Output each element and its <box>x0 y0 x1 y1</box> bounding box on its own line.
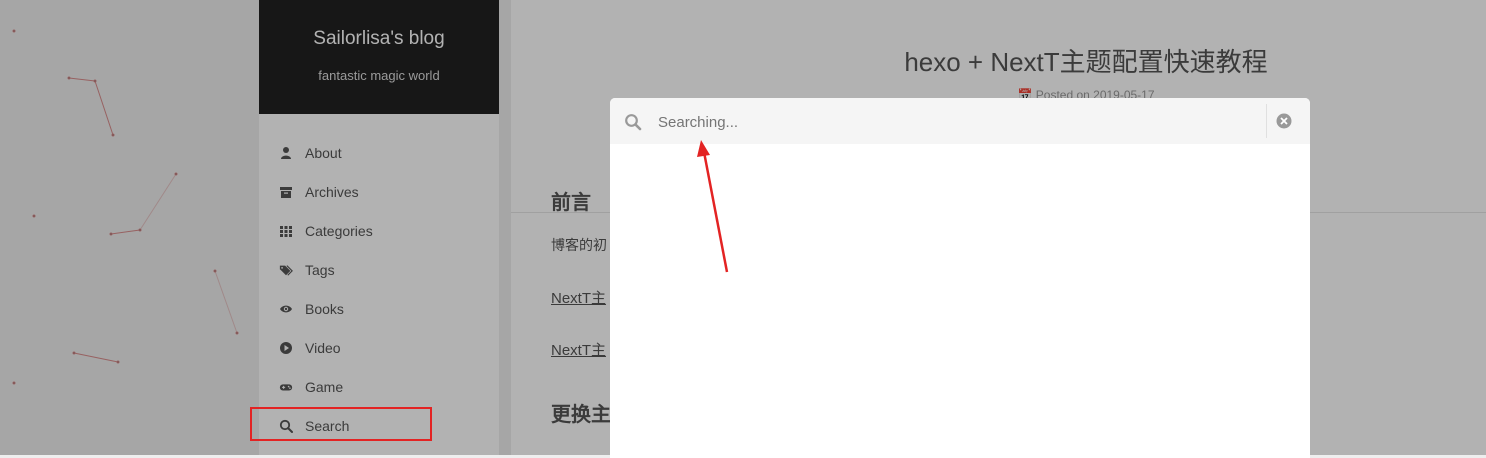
search-icon <box>625 114 642 131</box>
search-separator <box>1266 104 1267 138</box>
search-header <box>610 98 1310 144</box>
annotation-highlight-box <box>250 407 432 441</box>
search-popup <box>610 98 1310 458</box>
search-input[interactable] <box>648 106 1270 138</box>
close-icon[interactable] <box>1275 112 1293 130</box>
